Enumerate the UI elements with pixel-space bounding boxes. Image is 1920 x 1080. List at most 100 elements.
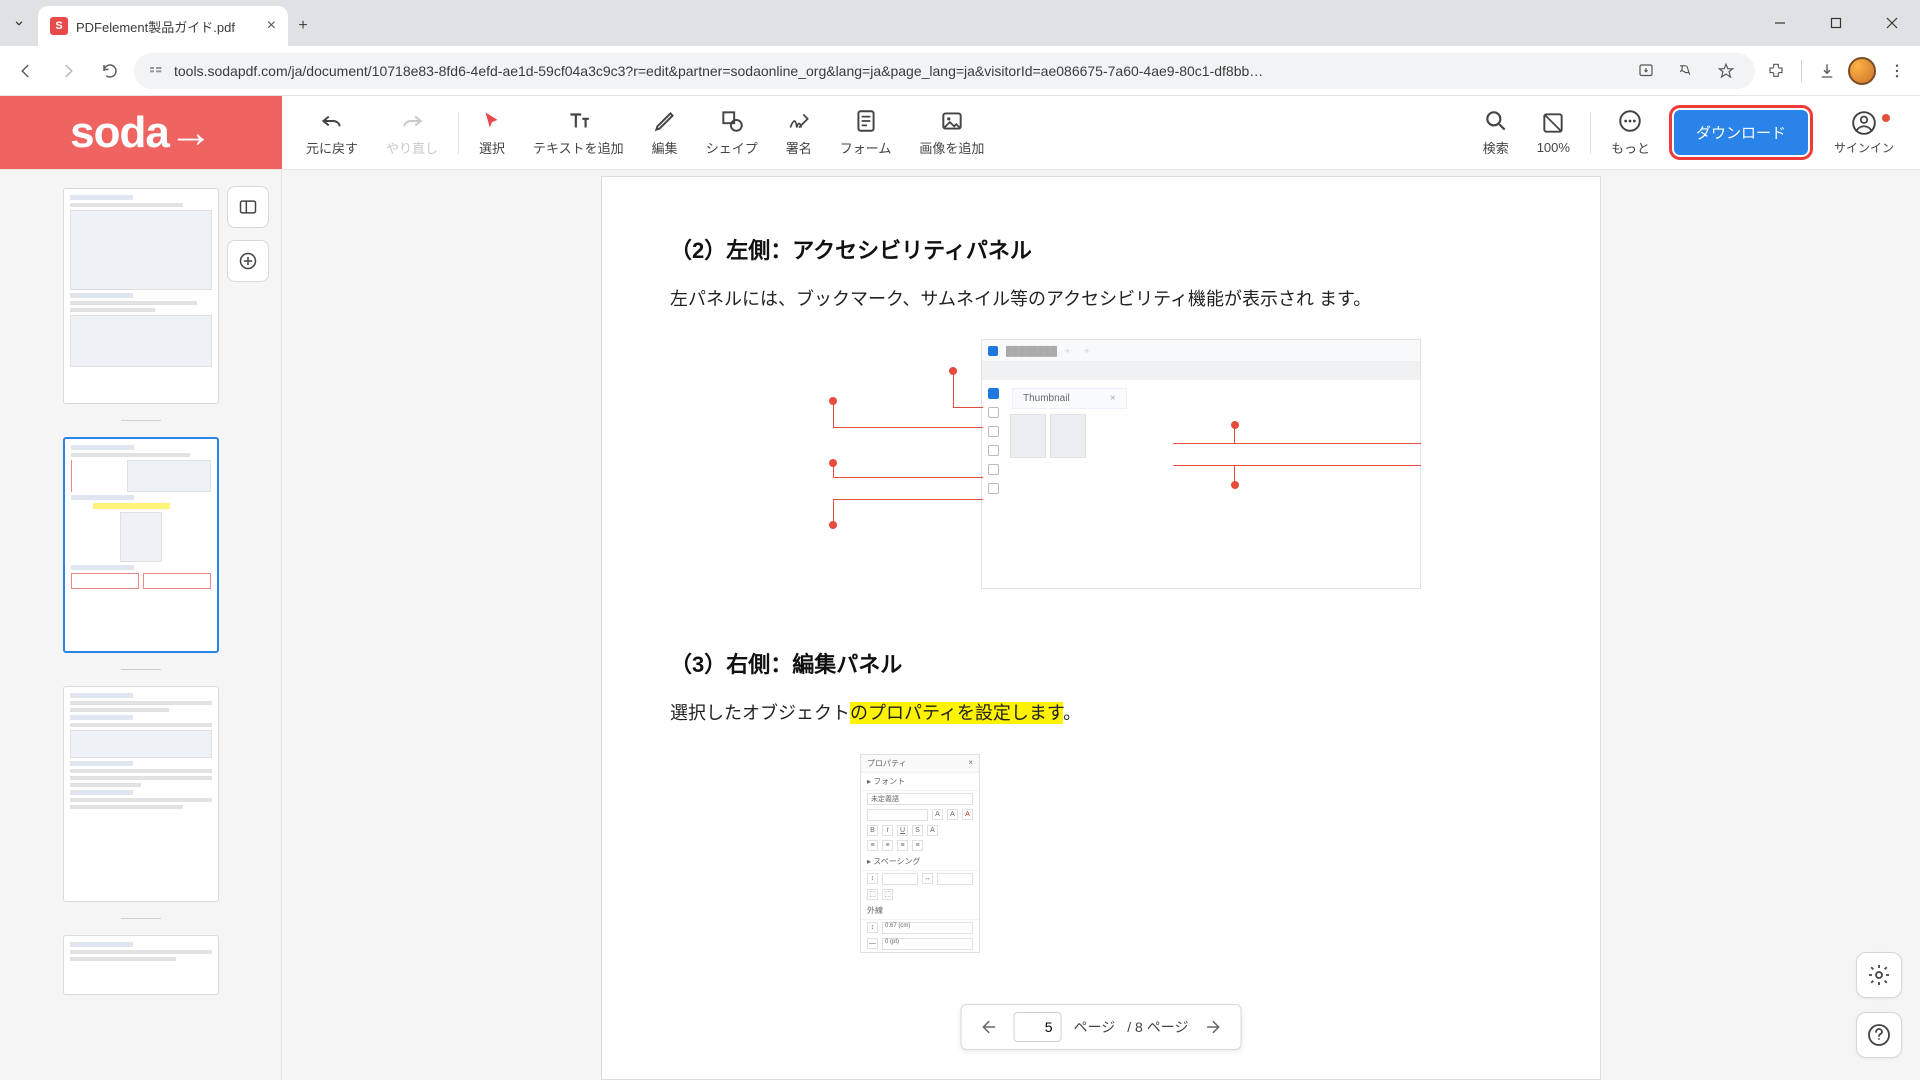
settings-button[interactable] — [1856, 952, 1902, 998]
zoom-label: 100% — [1537, 140, 1570, 155]
font-value: 未定義語 — [867, 793, 973, 805]
tab-close-icon[interactable]: × — [267, 17, 276, 35]
section-3-body: 選択したオブジェクトのプロパティを設定します。 — [670, 697, 1532, 729]
site-settings-icon[interactable] — [148, 63, 164, 79]
more-label: もっと — [1611, 138, 1650, 157]
sign-label: 署名 — [786, 138, 812, 157]
image-tool[interactable]: 画像を追加 — [905, 96, 998, 169]
select-label: 選択 — [479, 138, 505, 157]
page-total: / 8 ページ — [1127, 1017, 1188, 1037]
downloads-icon[interactable] — [1812, 56, 1842, 86]
thumb-separator — [121, 420, 161, 421]
edit-tool[interactable]: 編集 — [638, 96, 692, 169]
form-icon — [853, 108, 879, 134]
form-tool[interactable]: フォーム — [826, 96, 906, 169]
undo-button[interactable]: 元に戻す — [292, 96, 372, 169]
more-icon — [1617, 108, 1643, 134]
user-icon — [1851, 110, 1877, 136]
soda-tool-group: 元に戻す やり直し 選択 テキストを追加 編集 シェイプ 署名 フォ — [282, 96, 1920, 169]
tab-favicon: S — [50, 17, 68, 35]
window-controls — [1752, 0, 1920, 46]
highlighted-text: のプロパティを設定します — [850, 702, 1063, 724]
add-text-tool[interactable]: テキストを追加 — [519, 96, 638, 169]
profile-avatar[interactable] — [1848, 57, 1876, 85]
image-label: 画像を追加 — [919, 138, 984, 157]
search-icon — [1483, 108, 1509, 134]
text-label: テキストを追加 — [533, 138, 624, 157]
page-label: ページ — [1074, 1017, 1116, 1037]
undo-icon — [319, 108, 345, 134]
page-thumbnail-selected[interactable] — [63, 437, 219, 653]
soda-logo[interactable]: soda→ — [0, 96, 282, 169]
image-icon — [939, 108, 965, 134]
separator — [458, 112, 459, 154]
val1: 0.67 (cm) — [882, 922, 973, 934]
figure-edit-panel: プロパティ× ▸ フォント 未定義語 AAA BIUSA ≡≡≡≡ ▸ スペーシ… — [860, 754, 1532, 953]
sign-tool[interactable]: 署名 — [772, 96, 826, 169]
document-viewport[interactable]: （2）左側：アクセシビリティパネル 左パネルには、ブックマーク、サムネイル等のア… — [282, 170, 1920, 1080]
undo-label: 元に戻す — [306, 138, 358, 157]
page-thumbnail[interactable] — [63, 686, 219, 902]
signin-button[interactable]: サインイン — [1818, 96, 1910, 169]
redo-button[interactable]: やり直し — [372, 96, 452, 169]
install-app-icon[interactable] — [1631, 56, 1661, 86]
url-box[interactable]: tools.sodapdf.com/ja/document/10718e83-8… — [134, 53, 1755, 89]
prev-page-button[interactable] — [974, 1013, 1002, 1041]
redo-label: やり直し — [386, 138, 438, 157]
prop-header: プロパティ — [867, 758, 907, 769]
nav-back-button[interactable] — [8, 53, 44, 89]
new-tab-button[interactable]: + — [288, 6, 318, 46]
thumb-separator — [121, 918, 161, 919]
nav-reload-button[interactable] — [92, 53, 128, 89]
page-navigator: ページ / 8 ページ — [961, 1004, 1242, 1050]
search-tool[interactable]: 検索 — [1469, 96, 1523, 169]
section-2-body: 左パネルには、ブックマーク、サムネイル等のアクセシビリティ機能が表示され ます。 — [670, 283, 1532, 315]
add-page-button[interactable] — [227, 240, 269, 282]
more-tool[interactable]: もっと — [1597, 96, 1664, 169]
translate-icon[interactable] — [1671, 56, 1701, 86]
search-label: 検索 — [1483, 138, 1509, 157]
tab-search-dropdown[interactable] — [0, 0, 38, 46]
pdf-page: （2）左側：アクセシビリティパネル 左パネルには、ブックマーク、サムネイル等のア… — [601, 176, 1601, 1080]
bookmark-icon[interactable] — [1711, 56, 1741, 86]
extensions-icon[interactable] — [1761, 56, 1791, 86]
edit-label: 編集 — [652, 138, 678, 157]
outline-label: 外線 — [861, 902, 979, 920]
page-number-input[interactable] — [1014, 1012, 1062, 1042]
zoom-tool[interactable]: 100% — [1523, 96, 1584, 169]
toggle-sidebar-button[interactable] — [227, 186, 269, 228]
shape-icon — [719, 108, 745, 134]
soda-toolbar: soda→ 元に戻す やり直し 選択 テキストを追加 編集 シェイプ 署 — [0, 96, 1920, 170]
font-label: フォント — [873, 777, 905, 786]
help-button[interactable] — [1856, 1012, 1902, 1058]
shape-label: シェイプ — [706, 138, 758, 157]
browser-menu-icon[interactable] — [1882, 56, 1912, 86]
section-3-heading: （3）右側：編集パネル — [670, 647, 1532, 679]
select-tool[interactable]: 選択 — [465, 96, 519, 169]
browser-tab[interactable]: S PDFelement製品ガイド.pdf × — [38, 6, 288, 46]
window-close[interactable] — [1864, 0, 1920, 46]
nav-forward-button[interactable] — [50, 53, 86, 89]
thumb-separator — [121, 669, 161, 670]
pencil-icon — [652, 108, 678, 134]
notification-dot — [1882, 114, 1890, 122]
browser-tab-strip: S PDFelement製品ガイド.pdf × + — [0, 0, 1920, 46]
address-bar: tools.sodapdf.com/ja/document/10718e83-8… — [0, 46, 1920, 96]
next-page-button[interactable] — [1200, 1013, 1228, 1041]
page-thumbnail[interactable] — [63, 188, 219, 404]
separator — [1590, 112, 1591, 154]
shape-tool[interactable]: シェイプ — [692, 96, 772, 169]
tab-title: PDFelement製品ガイド.pdf — [76, 17, 259, 36]
page-thumbnail[interactable] — [63, 935, 219, 995]
window-maximize[interactable] — [1808, 0, 1864, 46]
thumbnail-sidebar — [0, 170, 282, 1080]
val2: 0 (pt) — [882, 938, 973, 950]
signin-label: サインイン — [1834, 139, 1894, 156]
body-text: 選択したオブジェクト — [670, 703, 850, 723]
url-text: tools.sodapdf.com/ja/document/10718e83-8… — [174, 63, 1621, 79]
text-icon — [565, 108, 591, 134]
download-button[interactable]: ダウンロード — [1674, 110, 1808, 155]
cursor-icon — [479, 108, 505, 134]
figure-accessibility-panel: ████████++ Thumbnail× — [670, 339, 1532, 599]
window-minimize[interactable] — [1752, 0, 1808, 46]
